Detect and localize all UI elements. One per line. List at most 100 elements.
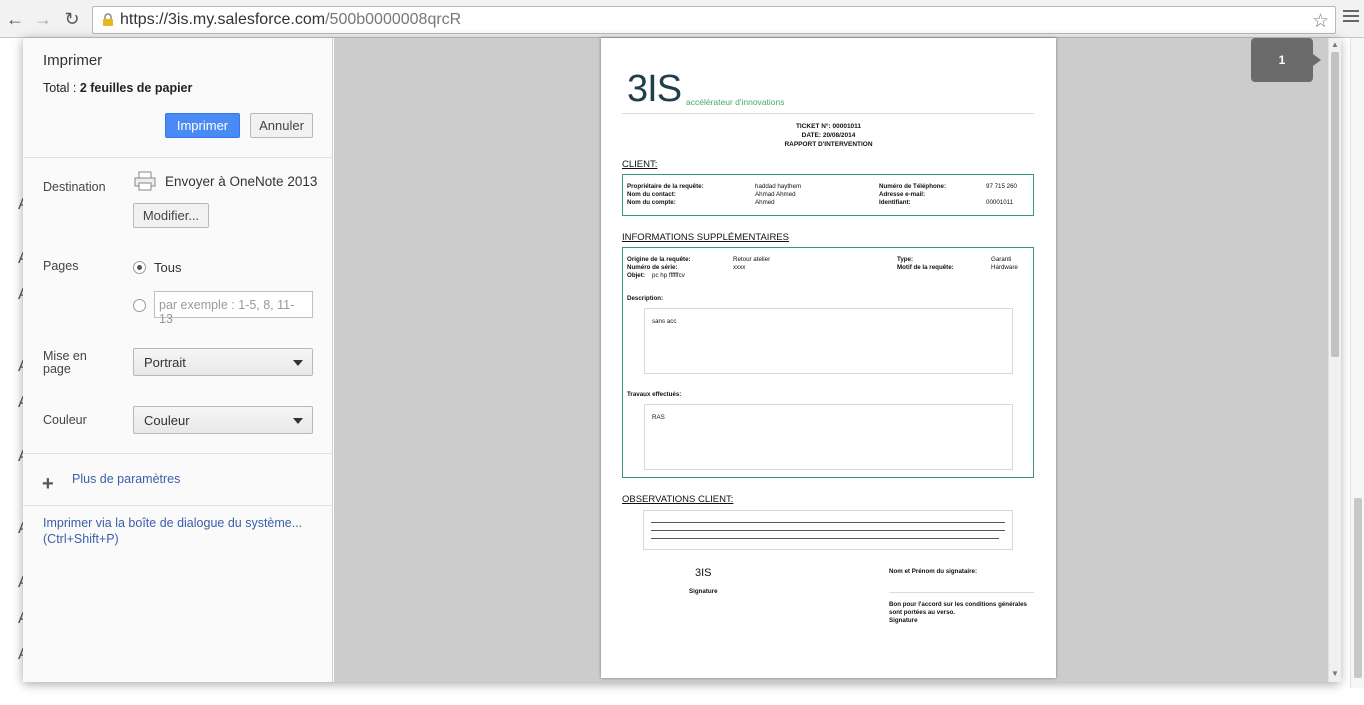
serial-value: xxxx	[733, 264, 746, 271]
signatory-rule	[889, 592, 1034, 593]
total-label: Total :	[43, 81, 80, 95]
bookmark-star-icon[interactable]: ☆	[1312, 10, 1329, 33]
scroll-down-icon[interactable]: ▼	[1331, 669, 1339, 678]
client-section-title: CLIENT:	[622, 159, 658, 170]
preview-scrollbar-thumb[interactable]	[1331, 52, 1339, 357]
destination-label: Destination	[43, 180, 106, 194]
header-rule	[622, 113, 1034, 114]
page-number-badge: 1	[1251, 38, 1321, 82]
phone-label: Numéro de Téléphone:	[879, 183, 947, 190]
serial-label: Numéro de série:	[627, 264, 678, 271]
info-section-title: INFORMATIONS SUPPLÉMENTAIRES	[622, 232, 789, 243]
browser-toolbar: ← → ↻ https://3is.my.salesforce.com/500b…	[0, 0, 1364, 38]
divider	[23, 505, 333, 506]
chevron-down-icon	[293, 360, 303, 366]
reason-value: Hardware	[991, 264, 1018, 271]
print-settings-panel: Imprimer Total : 2 feuilles de papier Im…	[23, 38, 333, 682]
agreement-signature: Signature	[889, 617, 918, 624]
print-preview-area: 3IS accélérateur d'innovations TICKET N°…	[334, 38, 1341, 682]
origin-value: Retour atelier	[733, 256, 771, 263]
url-text: https://3is.my.salesforce.com/500b000000…	[120, 11, 461, 29]
ticket-number: TICKET N°: 00001011	[795, 123, 862, 130]
more-settings-link[interactable]: Plus de paramètres	[72, 472, 180, 486]
printer-icon	[134, 171, 156, 191]
total-sheets: Total : 2 feuilles de papier	[43, 81, 192, 95]
url-host: https://3is.my.salesforce.com	[120, 11, 326, 28]
type-label: Type:	[897, 256, 914, 263]
system-dialog-link[interactable]: Imprimer via la boîte de dialogue du sys…	[43, 516, 302, 530]
reload-icon[interactable]: ↻	[61, 8, 83, 30]
account-label: Nom du compte:	[627, 199, 676, 206]
observation-line	[651, 522, 1005, 523]
dialog-title: Imprimer	[43, 52, 103, 69]
work-value: RAS	[652, 414, 665, 421]
page-scrollbar[interactable]	[1350, 38, 1364, 688]
divider	[23, 453, 333, 454]
description-label: Description:	[627, 295, 664, 302]
work-box: RAS	[644, 404, 1013, 470]
destination-value: Envoyer à OneNote 2013	[165, 174, 318, 189]
observations-section-title: OBSERVATIONS CLIENT:	[622, 494, 734, 505]
preview-page: 3IS accélérateur d'innovations TICKET N°…	[601, 38, 1056, 678]
description-value: sans acc	[652, 318, 677, 325]
pages-all-label: Tous	[154, 260, 182, 275]
print-button[interactable]: Imprimer	[165, 113, 240, 138]
cancel-button[interactable]: Annuler	[250, 113, 313, 138]
logo-tagline: accélérateur d'innovations	[686, 97, 785, 107]
address-bar[interactable]: https://3is.my.salesforce.com/500b000000…	[92, 6, 1336, 34]
divider	[23, 157, 333, 158]
pages-all-radio[interactable]	[133, 261, 146, 274]
forward-icon[interactable]: →	[32, 8, 54, 30]
account-value: Ahmed	[755, 199, 775, 206]
back-icon[interactable]: ←	[4, 8, 26, 30]
contact-label: Nom du contact:	[627, 191, 676, 198]
type-value: Garanti	[991, 256, 1012, 263]
modify-destination-button[interactable]: Modifier...	[133, 203, 209, 228]
chevron-down-icon	[293, 418, 303, 424]
menu-icon[interactable]	[1343, 10, 1359, 26]
agreement-line-1: Bon pour l'accord sur les conditions gén…	[889, 601, 1027, 608]
company-logo: 3IS	[627, 68, 682, 110]
work-label: Travaux effectués:	[627, 391, 682, 398]
print-dialog: Imprimer Total : 2 feuilles de papier Im…	[23, 38, 1341, 682]
plus-icon[interactable]: +	[42, 474, 54, 494]
reason-label: Motif de la requête:	[897, 264, 954, 271]
agreement-line-2: sont portées au verso.	[889, 609, 956, 616]
phone-value: 97 715 260	[986, 183, 1017, 190]
layout-value: Portrait	[144, 355, 186, 370]
observation-line	[651, 538, 999, 539]
report-title: RAPPORT D'INTERVENTION	[784, 141, 873, 148]
signatory-label: Nom et Prénom du signataire:	[889, 568, 978, 575]
owner-value: haddad haythem	[755, 183, 802, 190]
lock-warning-icon	[103, 13, 113, 26]
layout-select[interactable]: Portrait	[133, 348, 313, 376]
signature-label: Signature	[689, 588, 718, 595]
layout-label: Mise en page	[43, 349, 87, 376]
id-value: 00001011	[986, 199, 1014, 206]
color-value: Couleur	[144, 413, 190, 428]
total-value: 2 feuilles de papier	[79, 81, 193, 95]
pages-custom-radio[interactable]	[133, 299, 146, 312]
object-value: pc hp ffffffcv	[652, 272, 685, 279]
contact-value: Ahmad Ahmed	[755, 191, 796, 198]
color-select[interactable]: Couleur	[133, 406, 313, 434]
preview-scrollbar[interactable]: ▲ ▼	[1328, 38, 1341, 682]
email-label: Adresse e-mail:	[879, 191, 926, 198]
origin-label: Origine de la requête:	[627, 256, 691, 263]
company-signature-name: 3IS	[695, 567, 712, 579]
observation-line	[651, 530, 1005, 531]
object-label: Objet:	[627, 272, 645, 279]
client-box: Propriétaire de la requête: haddad hayth…	[622, 174, 1034, 216]
pages-label: Pages	[43, 259, 79, 273]
description-box: sans acc	[644, 308, 1013, 374]
page-scrollbar-thumb[interactable]	[1354, 498, 1362, 678]
observations-box	[643, 510, 1013, 550]
pages-range-input[interactable]: par exemple : 1-5, 8, 11-13	[154, 291, 313, 326]
id-label: Identifiant:	[879, 199, 911, 206]
system-dialog-shortcut[interactable]: (Ctrl+Shift+P)	[43, 532, 119, 546]
report-date: DATE: 20/08/2014	[801, 132, 856, 139]
url-path: /500b0000008qrcR	[325, 11, 462, 28]
color-label: Couleur	[43, 413, 87, 427]
scroll-up-icon[interactable]: ▲	[1331, 40, 1339, 49]
owner-label: Propriétaire de la requête:	[627, 183, 704, 190]
